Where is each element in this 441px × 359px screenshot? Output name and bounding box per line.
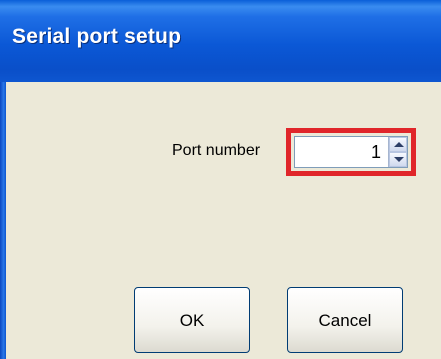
window-frame-left [0,82,6,359]
ok-button-label: OK [179,311,205,330]
spinner-buttons [388,137,407,167]
ok-button[interactable]: OK [134,287,250,353]
cancel-button-label: Cancel [318,311,372,330]
title-bar[interactable]: Serial port setup [0,0,441,82]
window-title: Serial port setup [12,25,182,48]
cancel-button[interactable]: Cancel [287,287,403,353]
port-number-input[interactable] [295,137,385,167]
serial-port-setup-dialog: Serial port setup Port number OK Cancel [0,0,441,359]
arrow-up-icon [394,142,404,147]
spinner-down-button[interactable] [389,152,407,167]
arrow-down-icon [394,157,404,162]
port-number-spinner [294,136,408,168]
port-number-label: Port number [172,142,261,159]
spinner-up-button[interactable] [389,137,407,152]
